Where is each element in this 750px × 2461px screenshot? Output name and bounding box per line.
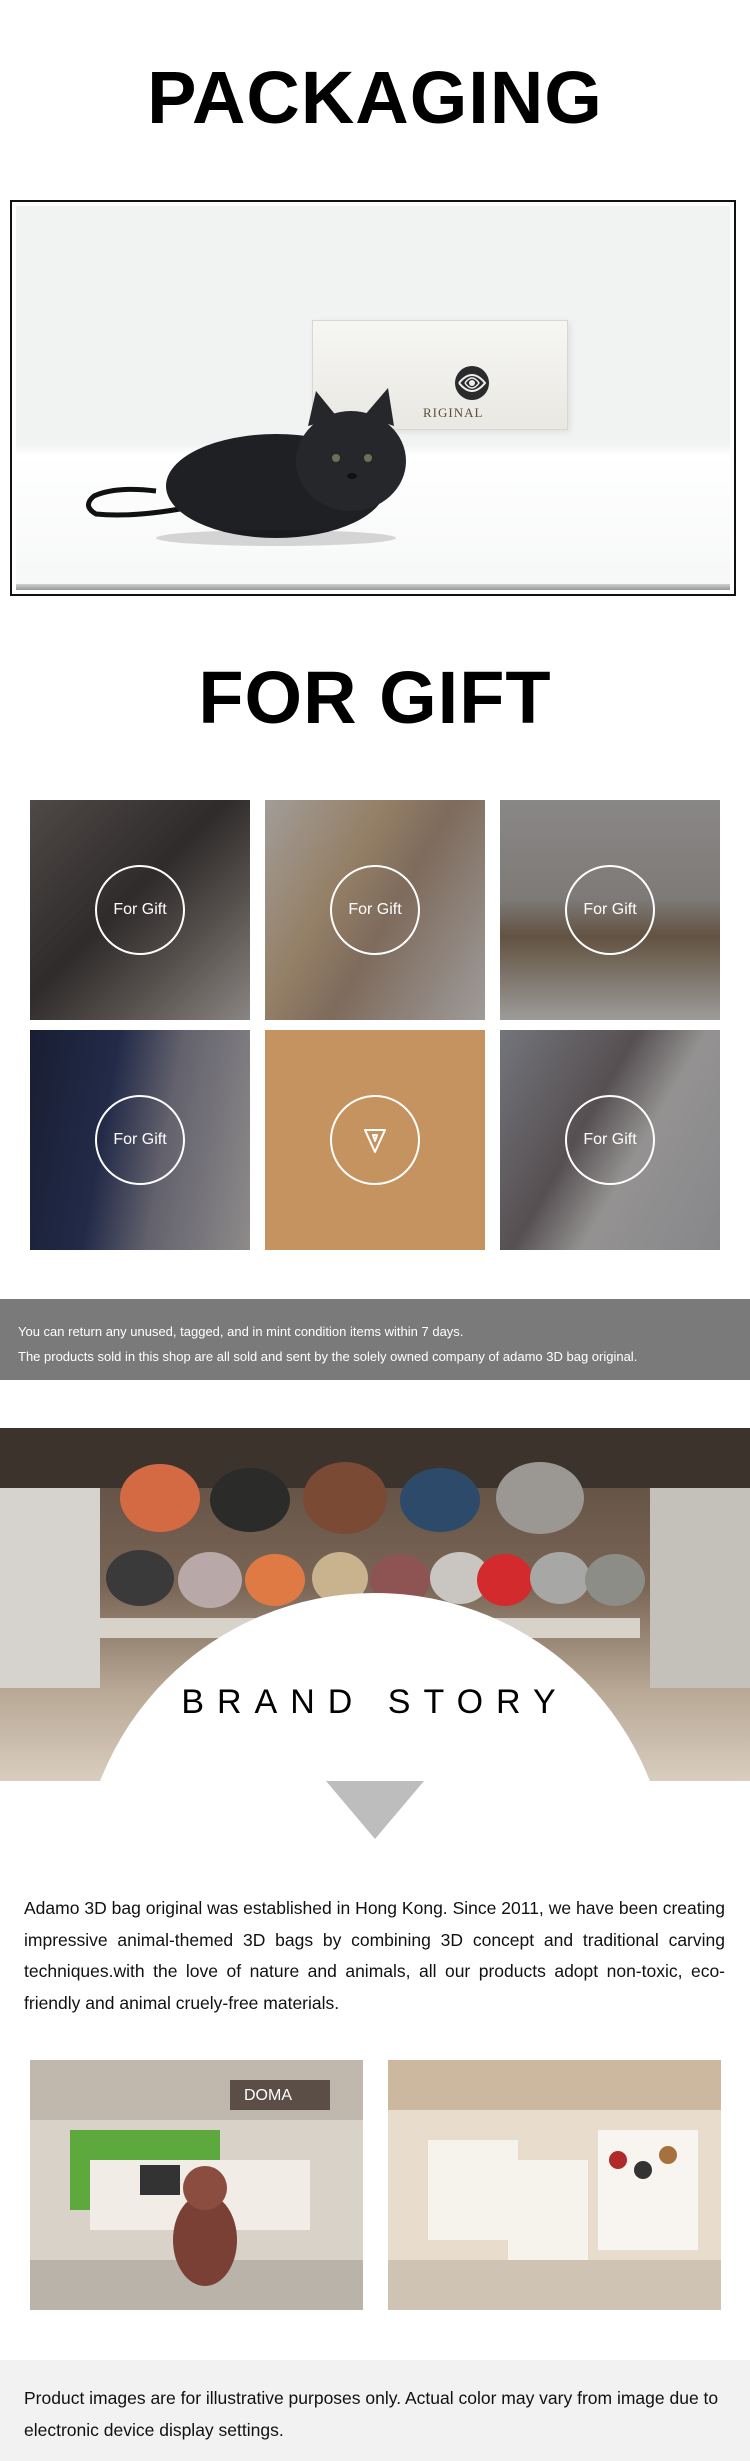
brand-story-banner: BRAND STORY: [0, 1428, 750, 1781]
notice-line-2: The products sold in this shop are all s…: [18, 1349, 638, 1364]
notice-line-1: You can return any unused, tagged, and i…: [18, 1324, 464, 1339]
gift-label: For Gift: [348, 901, 402, 918]
gift-tile-colleagues[interactable]: For Gift: [500, 1030, 720, 1250]
gift-title: FOR GIFT: [198, 656, 552, 739]
brand-story-title: BRAND STORY: [181, 1683, 569, 1721]
disclaimer: Product images are for illustrative purp…: [0, 2360, 750, 2461]
gift-circle: For Gift: [565, 1095, 655, 1185]
gift-label: For Gift: [583, 901, 637, 918]
cat-bag-image: [86, 388, 406, 546]
store-photo-2: [388, 2060, 721, 2310]
gift-tile-office[interactable]: For Gift: [500, 800, 720, 1020]
gift-label: For Gift: [113, 1131, 167, 1148]
gift-tile-friends[interactable]: For Gift: [30, 1030, 250, 1250]
gift-circle: For Gift: [330, 865, 420, 955]
gift-tile-arrow[interactable]: [265, 1030, 485, 1250]
packaging-image: RIGINAL: [10, 200, 736, 596]
store-photo-1: DOMA: [30, 2060, 363, 2310]
gift-label: For Gift: [113, 901, 167, 918]
brand-story-text: Adamo 3D bag original was established in…: [24, 1898, 725, 2013]
down-triangle-icon: [326, 1781, 424, 1839]
gift-circle: For Gift: [565, 865, 655, 955]
gift-circle: For Gift: [95, 1095, 185, 1185]
gift-label: For Gift: [583, 1131, 637, 1148]
gift-tile-family[interactable]: For Gift: [30, 800, 250, 1020]
store-sign: DOMA: [244, 2087, 292, 2104]
arrow-down-icon: [364, 1129, 386, 1153]
packaging-title: PACKAGING: [147, 56, 603, 139]
gift-circle: For Gift: [95, 865, 185, 955]
gift-tile-couple[interactable]: For Gift: [265, 800, 485, 1020]
return-notice: You can return any unused, tagged, and i…: [0, 1299, 750, 1380]
gift-circle: [330, 1095, 420, 1185]
